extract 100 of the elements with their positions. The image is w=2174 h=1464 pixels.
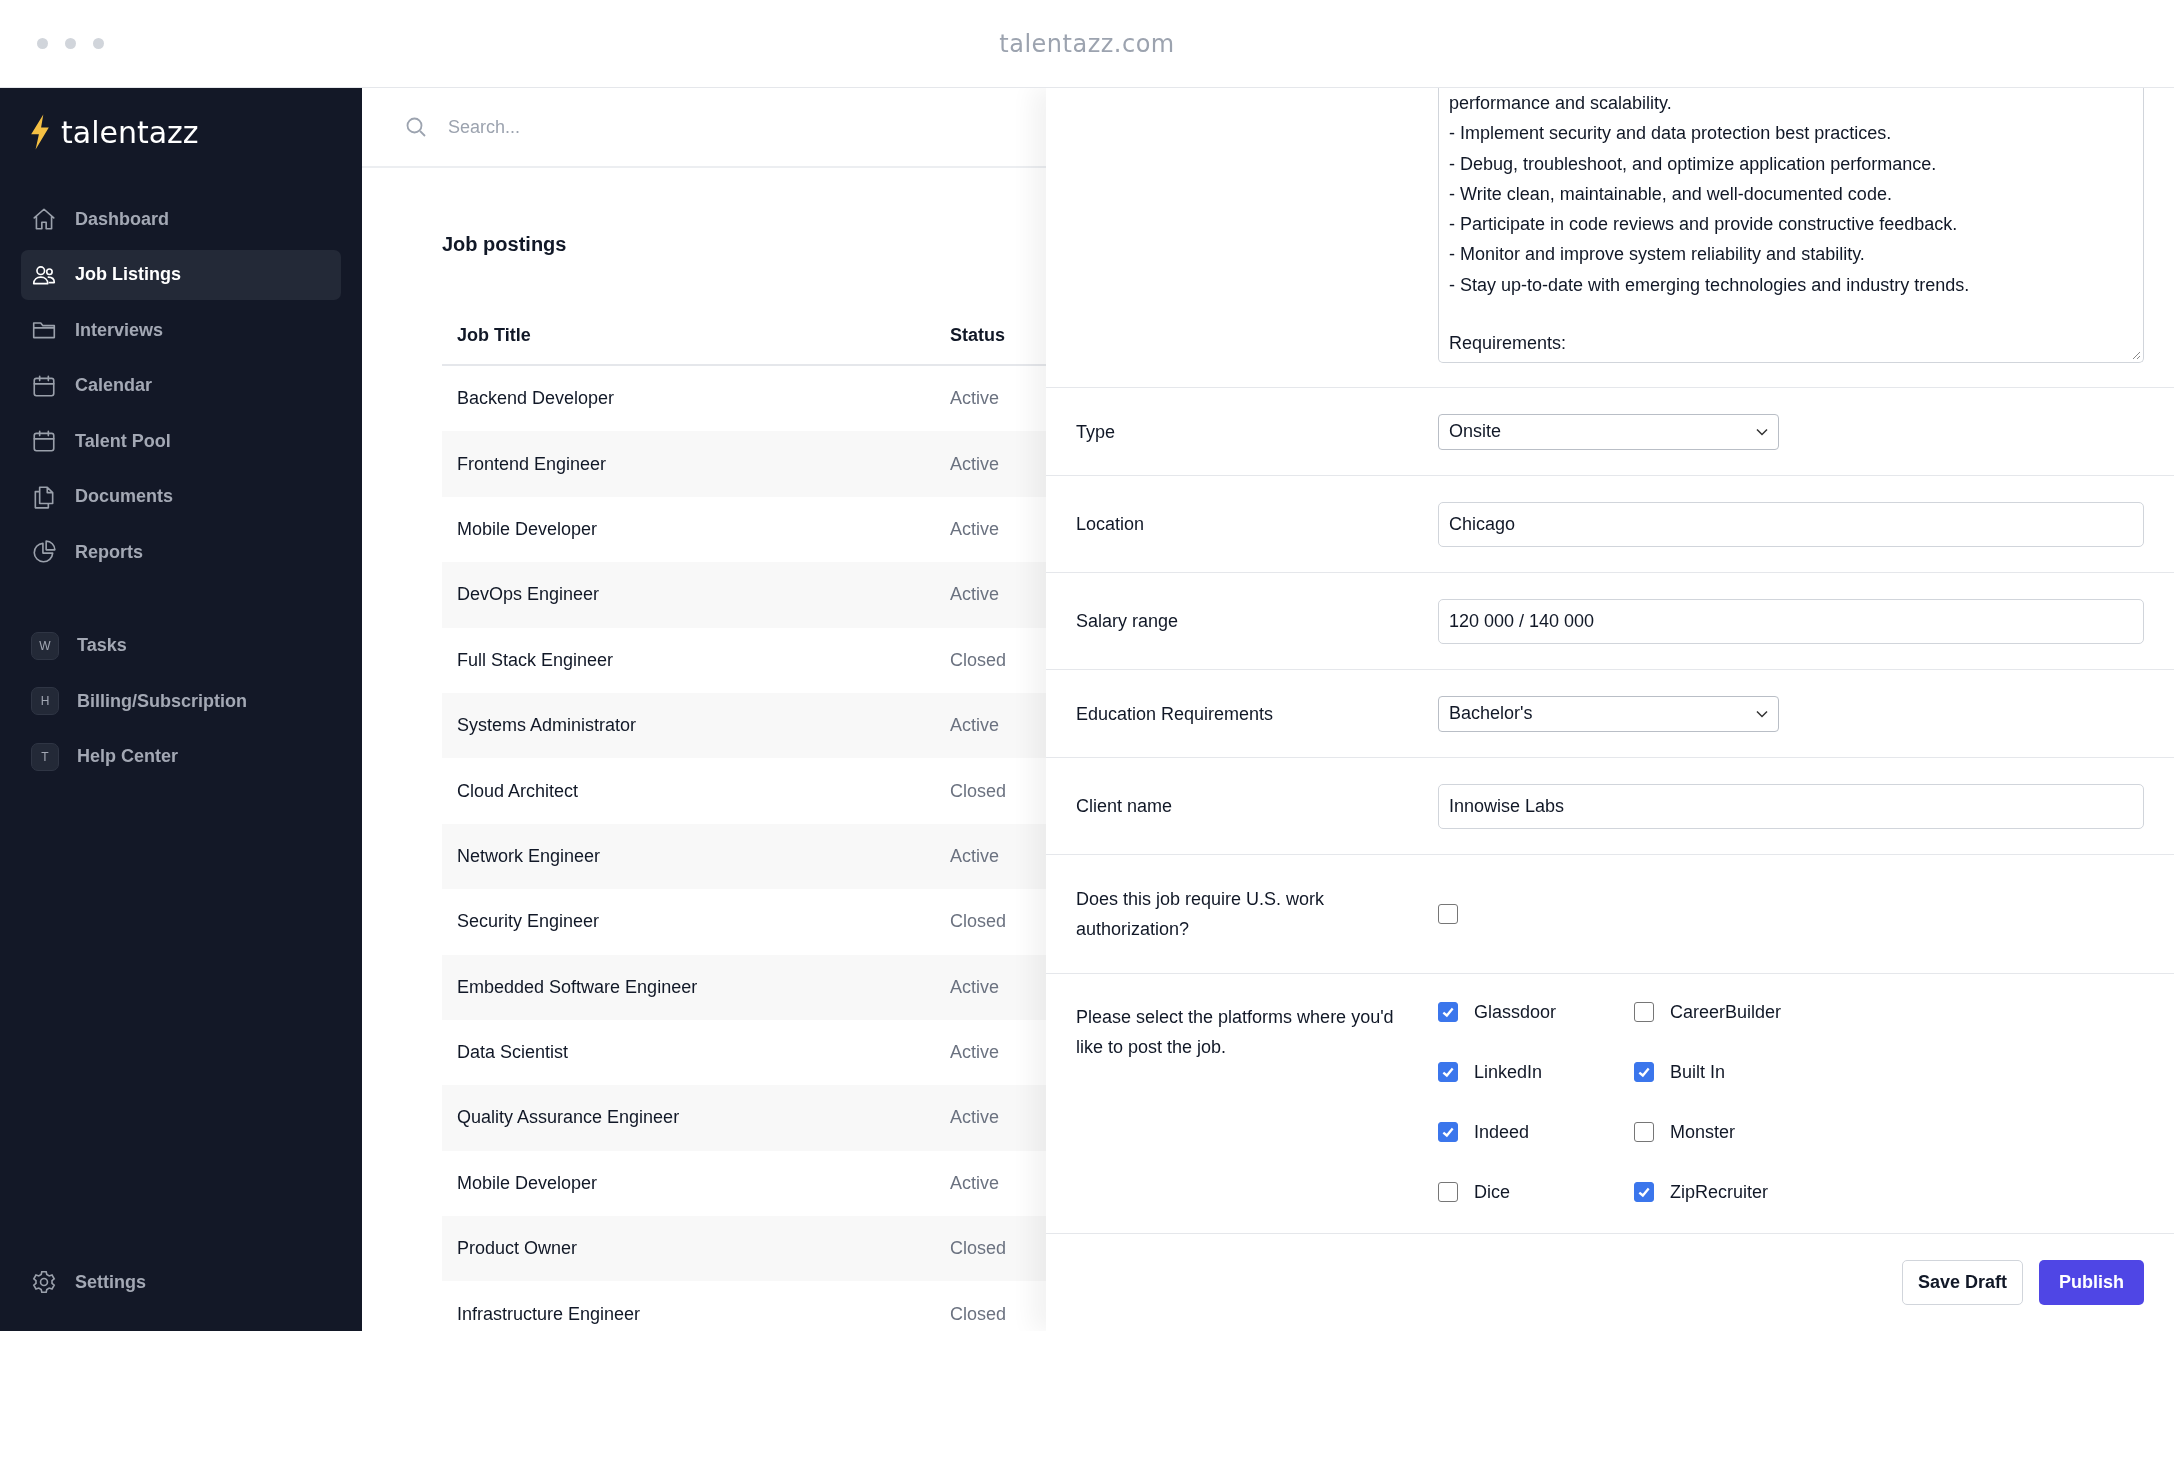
column-header: Status (950, 324, 1005, 346)
checkbox-label: Built In (1670, 1061, 1726, 1083)
job-title-text: Full Stack Engineer (456, 649, 615, 671)
job-title-text: Systems Administrator (456, 715, 638, 737)
table-row[interactable]: Embedded Software Engineer Active (442, 954, 1046, 1020)
description-line: - Debug, troubleshoot, and optimize application performance. (1449, 152, 1938, 176)
checkbox[interactable] (1438, 1182, 1458, 1203)
description-line: - Implement security and data protection best practices. (1449, 122, 1893, 146)
letter-badge: W (31, 631, 59, 660)
description-field[interactable] (1438, 88, 2144, 363)
table-row[interactable]: Network Engineer Active (442, 823, 1046, 890)
checkbox-label: ZipRecruiter (1670, 1181, 1769, 1203)
checkbox[interactable] (1634, 1002, 1654, 1023)
sidebar-item[interactable]: Dashboard (21, 194, 341, 244)
table-row[interactable]: Frontend Engineer Active (442, 431, 1046, 497)
status-text: Closed (950, 911, 1007, 933)
checkmark-icon (1441, 1005, 1455, 1020)
table-row[interactable]: Mobile Developer Active (442, 496, 1046, 563)
sidebar-item[interactable]: Interviews (21, 305, 341, 355)
status-text: Active (950, 1042, 1000, 1064)
checkbox[interactable] (1438, 904, 1458, 925)
table-row[interactable]: Backend Developer Active (442, 366, 1046, 432)
sidebar-item[interactable]: W Tasks (21, 620, 341, 671)
status-text: Active (950, 976, 1000, 998)
checkmark-icon (1441, 1065, 1455, 1080)
field-label: Location (1076, 513, 1146, 537)
checkbox[interactable] (1438, 1002, 1458, 1023)
status-text: Active (950, 845, 1000, 867)
status-text: Active (950, 584, 1000, 606)
field-label: Client name (1076, 795, 1174, 819)
select-field[interactable]: Bachelor's (1438, 695, 1779, 732)
calendar-icon (31, 372, 57, 399)
checkbox[interactable] (1634, 1122, 1654, 1143)
table-row[interactable]: Systems Administrator Active (442, 692, 1046, 759)
column-header: Job Title (456, 324, 532, 346)
publish-button[interactable]: Publish (2039, 1260, 2144, 1305)
table-row[interactable]: Mobile Developer Active (442, 1150, 1046, 1217)
window-dot-icon (93, 38, 104, 49)
table-row[interactable]: DevOps Engineer Active (442, 562, 1046, 628)
job-title-text: DevOps Engineer (456, 584, 601, 606)
table-row[interactable]: Product Owner Closed (442, 1216, 1046, 1282)
lightning-bolt-icon (29, 114, 51, 150)
checkbox[interactable] (1634, 1182, 1654, 1203)
description-line: - Stay up-to-date with emerging technologies and industry trends. (1449, 273, 1971, 297)
settings-item[interactable]: Settings (21, 1257, 341, 1307)
table-row[interactable]: Cloud Architect Closed (442, 758, 1046, 824)
chevron-down-icon (1756, 709, 1768, 718)
table-row[interactable]: Full Stack Engineer Closed (442, 627, 1046, 693)
checkbox-label: CareerBuilder (1670, 1001, 1782, 1023)
window-dot-icon (65, 38, 76, 49)
sidebar-item[interactable]: T Help Center (21, 731, 341, 782)
status-text: Active (950, 1107, 1000, 1129)
description-line: - Participate in code reviews and provide constructive feedback. (1449, 213, 1959, 237)
search-icon (404, 115, 428, 139)
sidebar-item[interactable]: Calendar (21, 360, 341, 411)
table-row[interactable]: Data Scientist Active (442, 1019, 1046, 1086)
description-line: Requirements: (1449, 332, 1568, 356)
job-title-text: Quality Assurance Engineer (456, 1107, 681, 1129)
pie-chart-icon (31, 539, 57, 565)
table-row[interactable]: Quality Assurance Engineer Active (442, 1085, 1046, 1151)
select-field[interactable]: Onsite (1438, 413, 1779, 450)
sidebar-item[interactable]: H Billing/Subscription (21, 676, 341, 726)
field-label: Education Requirements (1076, 702, 1275, 726)
description-line: - Monitor and improve system reliability and stability. (1449, 243, 1866, 267)
status-text: Active (950, 518, 1000, 540)
job-title-text: Product Owner (456, 1238, 579, 1260)
sidebar-item[interactable]: Reports (21, 527, 341, 577)
sidebar-item[interactable]: Talent Pool (21, 416, 341, 466)
letter-badge: H (31, 687, 59, 715)
status-text: Closed (950, 780, 1007, 802)
checkbox-label: LinkedIn (1474, 1061, 1543, 1083)
table-row[interactable]: Security Engineer Closed (442, 889, 1046, 955)
job-title-text: Mobile Developer (456, 518, 599, 540)
section-title: Job postings (442, 232, 568, 256)
input-field[interactable]: Innowise Labs (1438, 783, 2144, 829)
job-title-text: Backend Developer (456, 388, 616, 410)
description-line: performance and scalability. (1449, 92, 1673, 115)
job-title-text: Embedded Software Engineer (456, 976, 699, 998)
checkmark-icon (1441, 1125, 1455, 1140)
save-draft-button[interactable]: Save Draft (1901, 1260, 2023, 1305)
table-row[interactable]: Infrastructure Engineer Closed (442, 1281, 1046, 1331)
search-field[interactable]: Search... (446, 115, 850, 139)
calendar-icon (31, 428, 57, 454)
input-field[interactable]: Chicago (1438, 501, 2144, 547)
sidebar-item[interactable]: Documents (21, 471, 341, 522)
resize-handle-icon[interactable] (2131, 350, 2141, 360)
checkbox[interactable] (1438, 1122, 1458, 1143)
checkbox[interactable] (1634, 1062, 1654, 1083)
checkbox-label: Monster (1670, 1121, 1736, 1143)
sidebar-item[interactable]: Job Listings (21, 249, 341, 300)
window-dot-icon (37, 38, 48, 49)
logo-text: talentazz (61, 114, 199, 150)
checkmark-icon (1637, 1185, 1651, 1200)
status-text: Active (950, 715, 1000, 737)
job-title-text: Cloud Architect (456, 780, 580, 802)
input-field[interactable]: 120 000 / 140 000 (1438, 598, 2144, 644)
checkbox[interactable] (1438, 1062, 1458, 1083)
address-text: talentazz.com (999, 29, 1175, 58)
job-title-text: Frontend Engineer (456, 453, 608, 475)
checkbox-label: Indeed (1474, 1121, 1530, 1143)
